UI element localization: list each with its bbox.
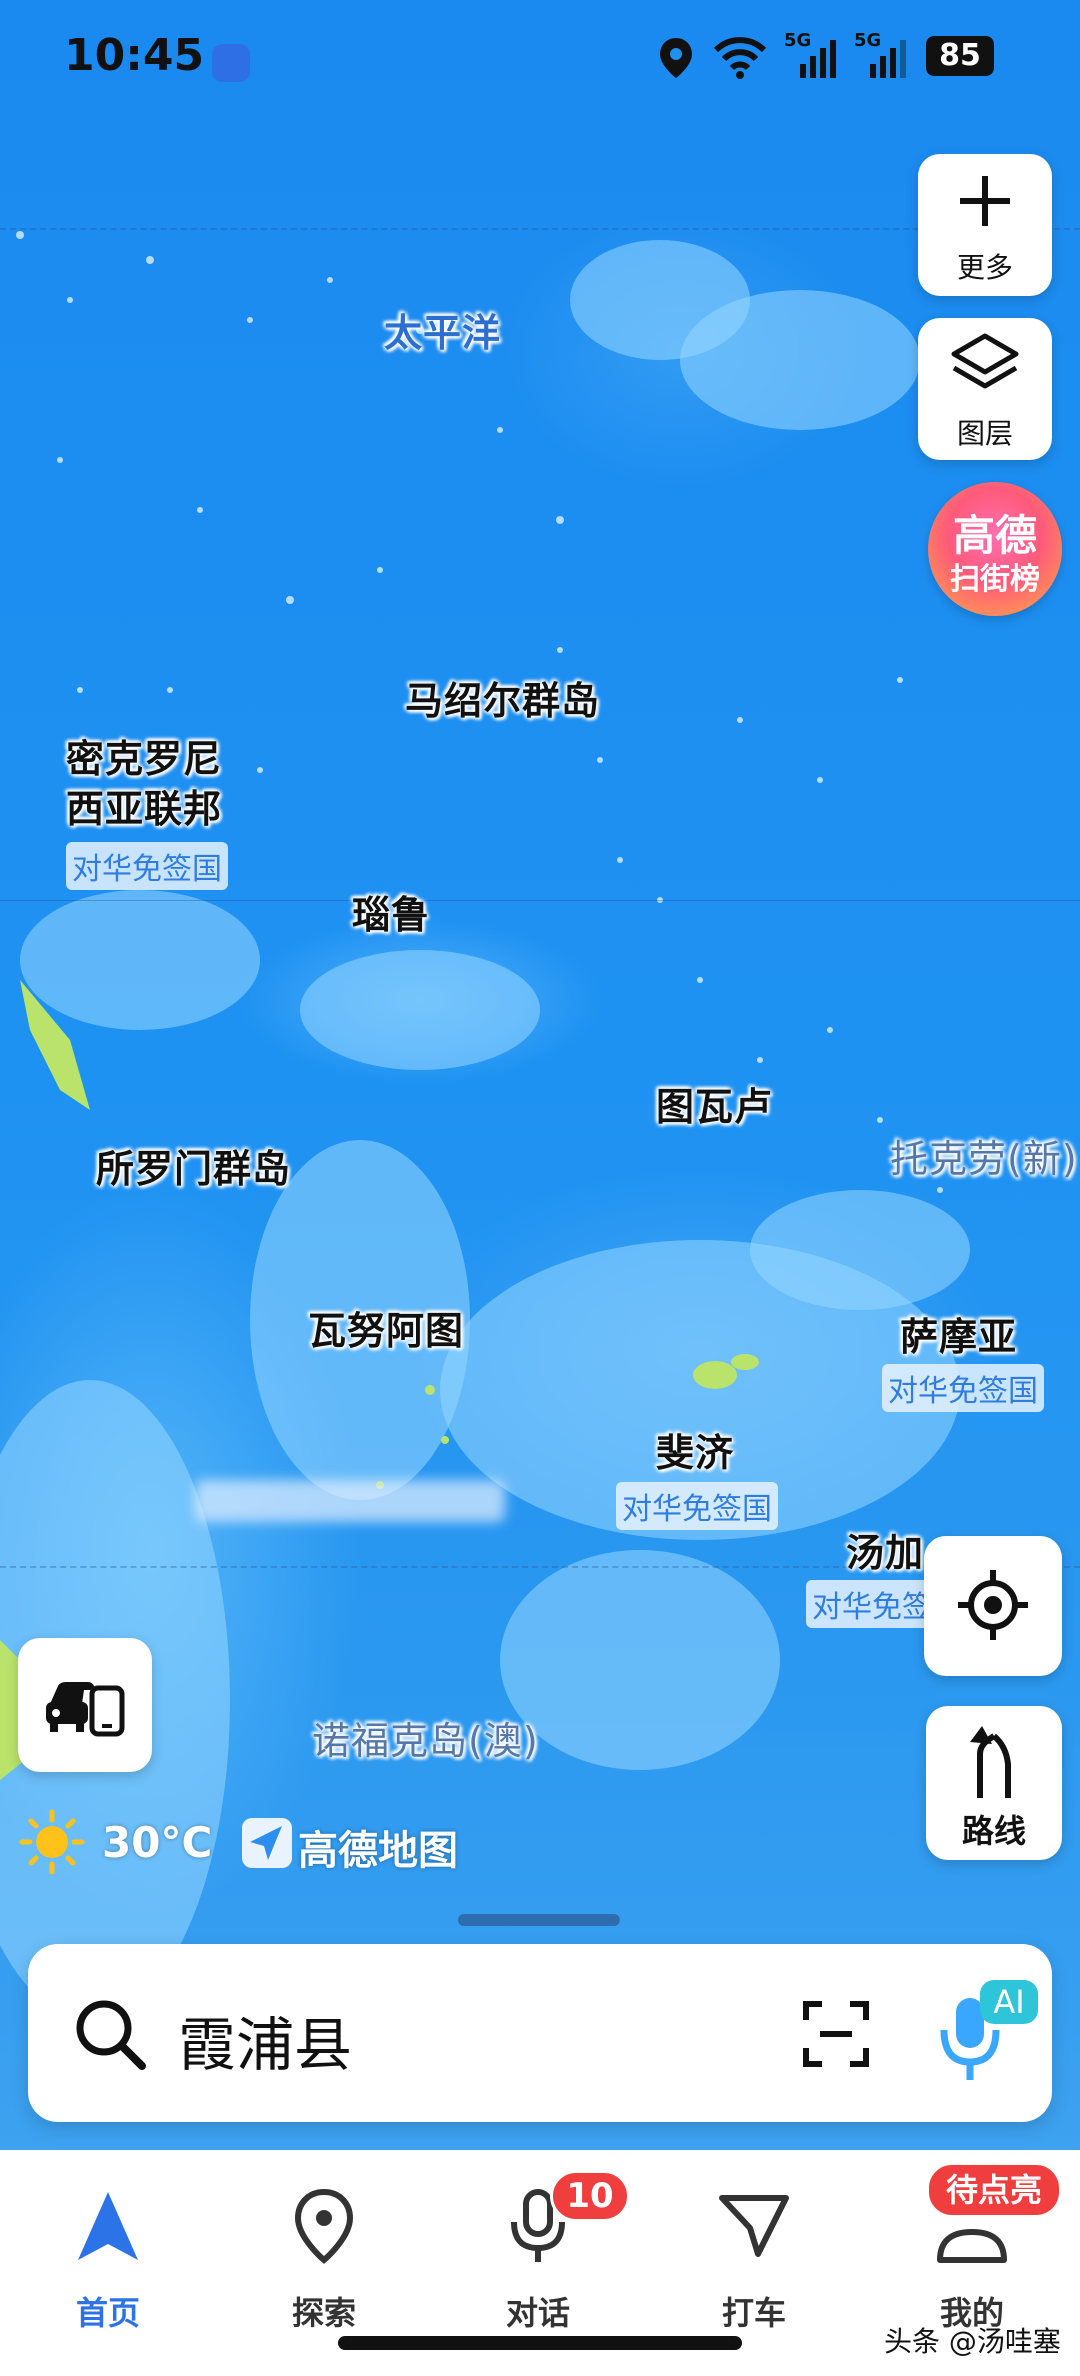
layers-label: 图层	[956, 417, 1013, 450]
label-micronesia-2[interactable]: 西亚联邦	[66, 786, 222, 834]
more-button[interactable]: 更多	[918, 154, 1052, 296]
more-label: 更多	[956, 251, 1013, 284]
label-tonga[interactable]: 汤加	[846, 1530, 924, 1578]
visa-free-badge-samoa: 对华免签国	[882, 1364, 1044, 1412]
label-fiji[interactable]: 斐济	[656, 1430, 734, 1478]
label-tokelau[interactable]: 托克劳(新)	[890, 1136, 1078, 1184]
route-label: 路线	[961, 1812, 1026, 1850]
visa-free-badge-fiji: 对华免签国	[616, 1482, 778, 1530]
signal-icon-2	[870, 40, 906, 78]
chat-count-badge: 10	[550, 2170, 630, 2222]
navigation-arrow-icon	[78, 2192, 138, 2260]
status-time: 10:45	[64, 30, 205, 81]
tab-taxi-label: 打车	[721, 2294, 786, 2332]
crosshair-icon	[958, 1570, 1028, 1640]
status-bar: 10:45 5G 5G 85	[0, 0, 1080, 120]
tab-profile[interactable]: 我的 待点亮	[892, 2162, 1062, 2332]
location-pin-icon	[294, 2188, 354, 2264]
label-pacific-ocean[interactable]: 太平洋	[384, 310, 501, 358]
route-arrow-icon	[970, 1726, 1011, 1798]
amap-logo-icon	[242, 1818, 292, 1868]
visa-free-badge-micronesia: 对华免签国	[66, 842, 228, 890]
map-equator-line	[0, 900, 1080, 901]
drawer-handle[interactable]	[458, 1914, 620, 1926]
tab-explore[interactable]: 探索	[244, 2178, 404, 2332]
search-icon	[76, 2000, 146, 2070]
street-ranking-button[interactable]: 高德 扫街榜	[928, 482, 1062, 616]
app-notification-icon	[212, 44, 250, 82]
taxi-arrow-icon	[719, 2195, 789, 2257]
tab-chat-label: 对话	[505, 2294, 570, 2332]
tab-home-label: 首页	[75, 2294, 140, 2332]
sun-icon	[19, 1809, 85, 1875]
home-indicator[interactable]	[338, 2336, 742, 2350]
signal-icon-1	[800, 40, 836, 78]
location-icon	[660, 38, 692, 78]
label-norfolk-island[interactable]: 诺福克岛(澳)	[312, 1718, 539, 1766]
label-nauru[interactable]: 瑙鲁	[352, 892, 430, 940]
temperature-text: 30°C	[102, 1818, 213, 1867]
search-input[interactable]: 霞浦县	[178, 1998, 352, 2082]
blurred-label	[195, 1480, 505, 1522]
street-ranking-line2: 扫街榜	[950, 562, 1040, 597]
car-connect-button[interactable]	[18, 1638, 152, 1772]
profile-icon	[937, 2229, 1007, 2263]
label-solomon-islands[interactable]: 所罗门群岛	[96, 1146, 291, 1194]
visa-free-badge-tonga: 对华免签	[806, 1580, 938, 1628]
profile-status-badge: 待点亮	[926, 2162, 1062, 2218]
tab-home[interactable]: 首页	[28, 2178, 188, 2332]
tab-chat[interactable]: 对话 10	[458, 2170, 630, 2332]
plus-icon	[960, 176, 1010, 226]
layers-icon	[951, 333, 1019, 389]
tab-taxi[interactable]: 打车	[674, 2178, 834, 2332]
label-marshall-islands[interactable]: 马绍尔群岛	[405, 678, 600, 726]
wifi-icon	[713, 37, 767, 79]
label-samoa[interactable]: 萨摩亚	[900, 1314, 1017, 1362]
label-vanuatu[interactable]: 瓦努阿图	[308, 1308, 464, 1356]
my-location-button[interactable]	[924, 1536, 1062, 1676]
layers-button[interactable]: 图层	[918, 318, 1052, 460]
car-phone-icon	[46, 1682, 125, 1737]
watermark: 头条 @汤哇塞	[884, 2325, 1061, 2358]
search-bar[interactable]: 霞浦县 AI	[28, 1944, 1052, 2122]
tab-explore-label: 探索	[291, 2294, 356, 2332]
battery-indicator: 85	[926, 36, 994, 76]
label-micronesia-1[interactable]: 密克罗尼	[66, 736, 222, 784]
ai-voice-button[interactable]: AI	[930, 1980, 1040, 2090]
scan-icon[interactable]	[802, 2000, 870, 2068]
brand-name: 高德地图	[298, 1828, 458, 1874]
label-tuvalu[interactable]: 图瓦卢	[656, 1084, 773, 1132]
route-button[interactable]: 路线	[926, 1706, 1062, 1860]
ai-badge: AI	[980, 1980, 1038, 2024]
